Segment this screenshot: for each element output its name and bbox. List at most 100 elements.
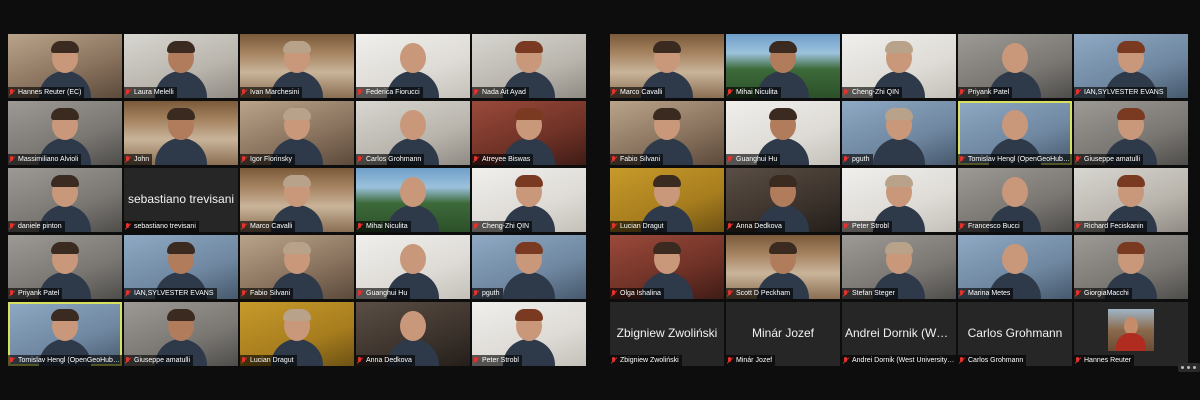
participant-tile[interactable]: Mihai Niculita (356, 168, 470, 232)
participant-tile[interactable]: Nada Ait Ayad (472, 34, 586, 98)
person-hair (1117, 242, 1145, 254)
person-hair (769, 242, 797, 254)
participant-tile[interactable]: GiorgiaMacchi (1074, 235, 1188, 299)
muted-microphone-icon (473, 155, 479, 164)
participant-tile[interactable]: Atreyee Biswas (472, 101, 586, 165)
participant-tile[interactable]: Tomislav Hengl (OpenGeoHub Foundation) (958, 101, 1072, 165)
muted-microphone-icon (241, 289, 247, 298)
participant-name-label: Laura Melelli (124, 87, 177, 98)
person-hair (283, 41, 311, 53)
participant-tile[interactable]: pguth (842, 101, 956, 165)
participant-tile[interactable]: Carlos Grohmann (356, 101, 470, 165)
participant-display-name: Minár Jozef (751, 326, 815, 340)
participant-tile[interactable]: Anna Dedkova (356, 302, 470, 366)
muted-microphone-icon (357, 289, 363, 298)
participant-tile[interactable]: Olga Ishalina (610, 235, 724, 299)
participant-name: Ivan Marchesini (250, 89, 300, 96)
muted-microphone-icon (611, 289, 617, 298)
participant-tile[interactable]: Hannes Reuter (EC) (8, 34, 122, 98)
participant-tile[interactable]: Giuseppe amatulli (124, 302, 238, 366)
participant-tile[interactable]: Massimiliano Alvioli (8, 101, 122, 165)
participant-tile[interactable]: Peter Strobl (472, 302, 586, 366)
participant-tile[interactable]: Tomislav Hengl (OpenGeoHub Foundation) (8, 302, 122, 366)
participant-name-label: Marina Metes (958, 288, 1014, 299)
participant-tile[interactable]: Fabio Silvani (610, 101, 724, 165)
muted-microphone-icon (1075, 222, 1081, 231)
muted-microphone-icon (727, 88, 733, 97)
participant-name: Atreyee Biswas (482, 156, 531, 163)
participant-tile[interactable]: Guanghui Hu (356, 235, 470, 299)
person-hair (515, 309, 543, 321)
participant-name-label: Richard Feciskanin (1074, 221, 1147, 232)
participant-tile[interactable]: Cheng-Zhi QIN (472, 168, 586, 232)
participant-tile[interactable]: Priyank Patel (958, 34, 1072, 98)
participant-tile[interactable]: Richard Feciskanin (1074, 168, 1188, 232)
participant-tile[interactable]: IAN,SYLVESTER EVANS (1074, 34, 1188, 98)
participant-tile[interactable]: Priyank Patel (8, 235, 122, 299)
participant-tile[interactable]: Guanghui Hu (726, 101, 840, 165)
participant-tile[interactable]: Zbigniew Zwoliński Zbigniew Zwoliński (610, 302, 724, 366)
participant-tile[interactable]: Marco Cavalli (610, 34, 724, 98)
participant-tile[interactable]: Federica Fiorucci (356, 34, 470, 98)
participant-name: Mihai Niculita (366, 223, 408, 230)
participant-tile[interactable]: Cheng-Zhi QIN (842, 34, 956, 98)
participant-tile[interactable]: Igor Florinsky (240, 101, 354, 165)
muted-microphone-icon (727, 356, 733, 365)
participant-tile[interactable]: Mihai Niculita (726, 34, 840, 98)
participant-name: Scott D Peckham (736, 290, 791, 297)
participant-tile[interactable]: Stefan Steger (842, 235, 956, 299)
muted-microphone-icon (727, 222, 733, 231)
participant-tile[interactable]: Peter Strobl (842, 168, 956, 232)
participant-name-label: Francesco Bucci (958, 221, 1023, 232)
participant-tile[interactable]: Lucian Dragut (610, 168, 724, 232)
participant-tile[interactable]: Anna Dedkova (726, 168, 840, 232)
participant-name: Marina Metes (968, 290, 1011, 297)
participant-name: Federica Fiorucci (366, 89, 420, 96)
muted-microphone-icon (241, 222, 247, 231)
participant-name-label: GiorgiaMacchi (1074, 288, 1132, 299)
participant-name: Marco Cavalli (620, 89, 663, 96)
participant-name: Tomislav Hengl (OpenGeoHub Foundation) (968, 156, 1071, 163)
participant-name: Peter Strobl (482, 357, 519, 364)
muted-microphone-icon (611, 222, 617, 231)
person-hair (283, 309, 311, 321)
participant-tile[interactable]: Giuseppe amatulli (1074, 101, 1188, 165)
muted-microphone-icon (611, 356, 617, 365)
person-hair (1117, 41, 1145, 53)
participant-tile[interactable]: Laura Melelli (124, 34, 238, 98)
participant-tile[interactable]: Marina Metes (958, 235, 1072, 299)
participant-name-label: Tomislav Hengl (OpenGeoHub Foundation) (8, 355, 122, 366)
participant-tile[interactable]: Carlos Grohmann Carlos Grohmann (958, 302, 1072, 366)
participant-name: Tomislav Hengl (OpenGeoHub Foundation) (18, 357, 121, 364)
participant-name: Giuseppe amatulli (1084, 156, 1141, 163)
participant-tile[interactable]: Ivan Marchesini (240, 34, 354, 98)
person-hair (399, 242, 427, 254)
participant-tile[interactable]: pguth (472, 235, 586, 299)
participant-tile[interactable]: Andrei Dornik (West U... Andrei Dornik (W… (842, 302, 956, 366)
participant-tile[interactable]: daniele pinton (8, 168, 122, 232)
participant-tile[interactable]: Marco Cavalli (240, 168, 354, 232)
participant-name-label: Marco Cavalli (240, 221, 296, 232)
participant-name: pguth (852, 156, 870, 163)
participant-tile[interactable]: Hannes Reuter (1074, 302, 1188, 366)
muted-microphone-icon (473, 88, 479, 97)
participant-tile[interactable]: Scott D Peckham (726, 235, 840, 299)
muted-microphone-icon (473, 222, 479, 231)
participant-name-label: Minár Jozef (726, 355, 776, 366)
participant-tile[interactable]: sebastiano trevisani sebastiano trevisani (124, 168, 238, 232)
participant-tile[interactable]: Lucian Dragut (240, 302, 354, 366)
gallery-panel-left: Hannes Reuter (EC) Laura Melelli Ivan Marc… (8, 34, 586, 366)
participant-name-label: Olga Ishalina (610, 288, 664, 299)
profile-body (1116, 333, 1146, 351)
person-hair (399, 175, 427, 187)
more-options-button[interactable] (1178, 363, 1200, 372)
muted-microphone-icon (1075, 88, 1081, 97)
participant-name-label: Peter Strobl (472, 355, 522, 366)
participant-tile[interactable]: John (124, 101, 238, 165)
participant-name-label: Anna Dedkova (726, 221, 785, 232)
participant-tile[interactable]: Fabio Silvani (240, 235, 354, 299)
participant-tile[interactable]: Minár Jozef Minár Jozef (726, 302, 840, 366)
participant-tile[interactable]: Francesco Bucci (958, 168, 1072, 232)
muted-microphone-icon (241, 88, 247, 97)
participant-tile[interactable]: IAN,SYLVESTER EVANS (124, 235, 238, 299)
